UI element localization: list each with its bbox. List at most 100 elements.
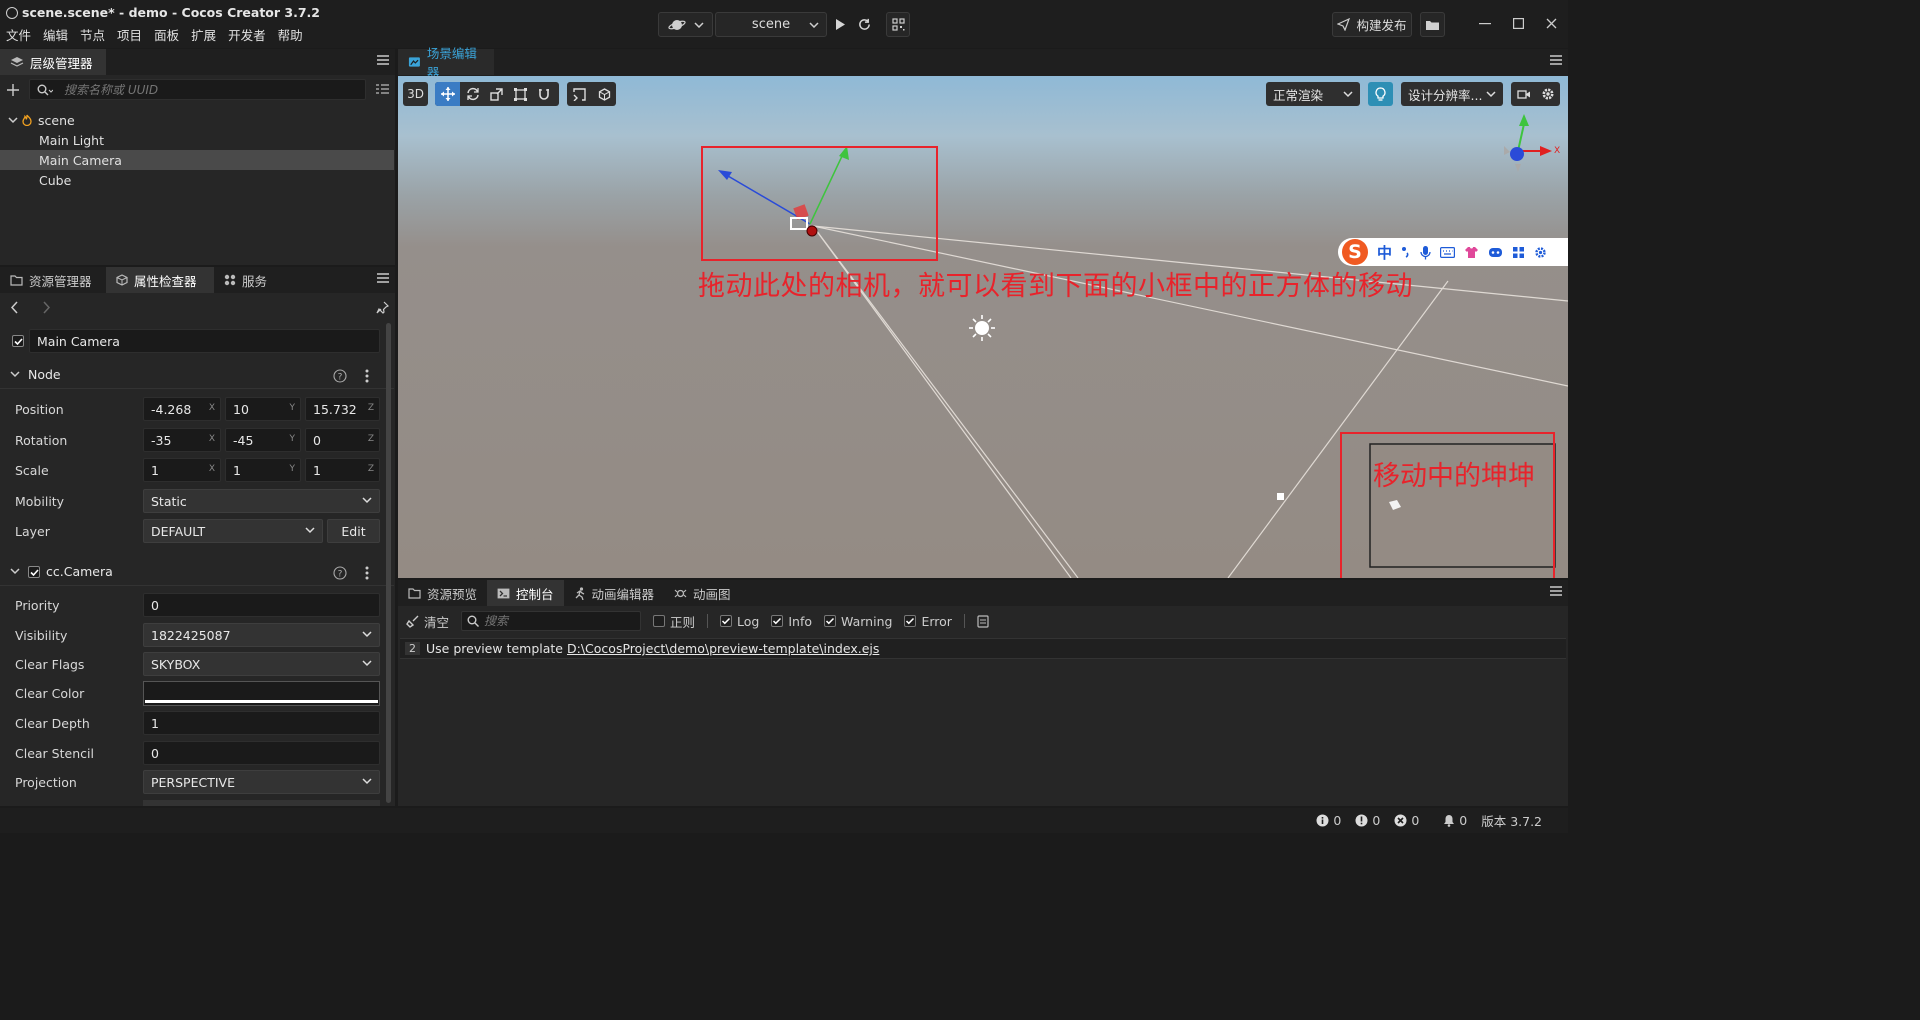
rect-tool-icon[interactable]: [514, 87, 527, 101]
scale-x-input[interactable]: 1X: [143, 458, 221, 482]
log-entry-link[interactable]: D:\CocosProject\demo\preview-template\in…: [567, 641, 879, 656]
menu-extension[interactable]: 扩展: [191, 25, 216, 44]
priority-input[interactable]: 0: [143, 593, 380, 617]
scene-selector[interactable]: scene: [715, 12, 827, 37]
visibility-select[interactable]: 1822425087: [143, 623, 380, 647]
close-icon[interactable]: [1546, 18, 1557, 29]
layer-edit-button[interactable]: Edit: [327, 519, 380, 543]
clear-depth-input[interactable]: 1: [143, 711, 380, 735]
tab-inspector[interactable]: 属性检查器: [106, 267, 214, 293]
more-vertical-icon[interactable]: [365, 566, 369, 580]
log-entry[interactable]: 2 Use preview template D:\CocosProject\d…: [400, 638, 1566, 659]
tab-console[interactable]: 控制台: [487, 580, 564, 606]
open-folder-button[interactable]: [1420, 12, 1445, 37]
pin-icon[interactable]: [376, 301, 389, 314]
projection-select[interactable]: PERSPECTIVE: [143, 770, 380, 794]
camera-icon[interactable]: [1516, 89, 1531, 100]
lighting-toggle-button[interactable]: [1368, 82, 1393, 106]
rotation-y-input[interactable]: -45 Y: [225, 428, 301, 452]
clear-color-picker[interactable]: [143, 681, 380, 706]
console-clear-button[interactable]: 清空: [406, 612, 449, 631]
camera-enabled-checkbox[interactable]: [28, 565, 40, 578]
ime-lang-label[interactable]: 中: [1377, 242, 1392, 263]
menu-edit[interactable]: 编辑: [43, 25, 68, 44]
keyboard-icon[interactable]: [1440, 246, 1456, 258]
maximize-icon[interactable]: [1513, 18, 1524, 29]
back-arrow-icon[interactable]: [10, 301, 19, 314]
panel-menu-icon[interactable]: [377, 273, 389, 283]
skin-shirt-icon[interactable]: [1464, 246, 1479, 259]
gear-icon[interactable]: [1541, 87, 1555, 101]
hierarchy-search-input[interactable]: [64, 81, 354, 98]
tree-item-main-light[interactable]: Main Light: [0, 130, 394, 150]
clear-stencil-input[interactable]: 0: [143, 741, 380, 765]
punctuation-icon[interactable]: [1401, 246, 1411, 258]
menu-panel[interactable]: 面板: [154, 25, 179, 44]
play-button[interactable]: [829, 12, 851, 37]
tab-asset-preview[interactable]: 资源预览: [398, 580, 487, 606]
platform-selector[interactable]: [658, 12, 713, 37]
ime-settings-icon[interactable]: [1534, 246, 1547, 259]
sort-list-icon[interactable]: [376, 84, 389, 95]
menu-developer[interactable]: 开发者: [228, 25, 266, 44]
filter-error-checkbox[interactable]: Error: [904, 614, 952, 629]
tab-hierarchy[interactable]: 层级管理器: [0, 49, 106, 75]
help-icon[interactable]: ?: [333, 369, 347, 383]
tree-item-main-camera[interactable]: Main Camera: [0, 150, 394, 170]
menu-help[interactable]: 帮助: [278, 25, 303, 44]
rotation-x-input[interactable]: -35 X: [143, 428, 221, 452]
tab-animation-graph[interactable]: 动画图: [664, 580, 741, 606]
scale-y-input[interactable]: 1Y: [225, 458, 301, 482]
qrcode-button[interactable]: [886, 12, 910, 37]
status-warning[interactable]: 0: [1355, 813, 1380, 828]
robot-icon[interactable]: [1488, 246, 1503, 258]
tree-root-scene[interactable]: scene: [0, 110, 394, 130]
node-name-input[interactable]: Main Camera: [29, 329, 380, 353]
scale-z-input[interactable]: 1Z: [305, 458, 380, 482]
rotation-z-input[interactable]: 0Z: [305, 428, 380, 452]
resolution-select[interactable]: 设计分辨率...: [1401, 82, 1503, 106]
position-z-input[interactable]: 15.732 Z: [305, 397, 380, 421]
tab-scene-editor[interactable]: 场景编辑器: [398, 46, 494, 80]
position-x-input[interactable]: -4.268 X: [143, 397, 221, 421]
mobility-select[interactable]: Static: [143, 489, 380, 513]
filter-log-checkbox[interactable]: Log: [720, 614, 759, 629]
refresh-button[interactable]: [853, 12, 875, 37]
clear-flags-select[interactable]: SKYBOX: [143, 652, 380, 676]
tab-assets[interactable]: 资源管理器: [0, 267, 106, 293]
move-tool-button[interactable]: [435, 82, 460, 106]
tab-animation-editor[interactable]: 动画编辑器: [564, 580, 665, 606]
position-y-input[interactable]: 10 Y: [225, 397, 301, 421]
ime-toolbar[interactable]: S 中: [1338, 238, 1568, 266]
microphone-icon[interactable]: [1420, 245, 1431, 260]
more-vertical-icon[interactable]: [365, 369, 369, 383]
build-publish-button[interactable]: 构建发布: [1332, 12, 1412, 37]
panel-menu-icon[interactable]: [1550, 55, 1562, 65]
status-notifications[interactable]: 0: [1443, 813, 1467, 828]
menu-file[interactable]: 文件: [6, 25, 31, 44]
filter-info-checkbox[interactable]: Info: [771, 614, 812, 629]
menu-project[interactable]: 项目: [117, 25, 142, 44]
panel-menu-icon[interactable]: [1550, 586, 1562, 596]
document-log-icon[interactable]: [977, 614, 989, 628]
filter-regex-checkbox[interactable]: 正则: [653, 612, 695, 631]
snap-magnet-icon[interactable]: [538, 88, 550, 101]
layer-select[interactable]: DEFAULT: [143, 519, 323, 543]
scale-tool-icon[interactable]: [490, 87, 503, 101]
panel-menu-icon[interactable]: [377, 55, 389, 65]
toggle-3d-button[interactable]: 3D: [403, 82, 428, 106]
status-error[interactable]: 0: [1394, 813, 1419, 828]
scene-viewport[interactable]: 拖动此处的相机，就可以看到下面的小框中的正方体的移动 移动中的坤坤 X S 中: [398, 76, 1568, 578]
apps-grid-icon[interactable]: [1512, 246, 1525, 259]
console-search-box[interactable]: [461, 611, 642, 631]
console-search-input[interactable]: [484, 613, 635, 629]
status-info[interactable]: 0: [1316, 813, 1341, 828]
rotate-tool-icon[interactable]: [466, 87, 480, 101]
tab-services[interactable]: 服务: [214, 267, 277, 293]
render-mode-select[interactable]: 正常渲染: [1266, 82, 1360, 106]
hierarchy-search-box[interactable]: [29, 79, 366, 100]
add-node-icon[interactable]: [7, 84, 19, 96]
minimize-icon[interactable]: [1479, 23, 1491, 25]
local-global-cube-icon[interactable]: [598, 87, 611, 101]
tree-item-cube[interactable]: Cube: [0, 170, 394, 190]
